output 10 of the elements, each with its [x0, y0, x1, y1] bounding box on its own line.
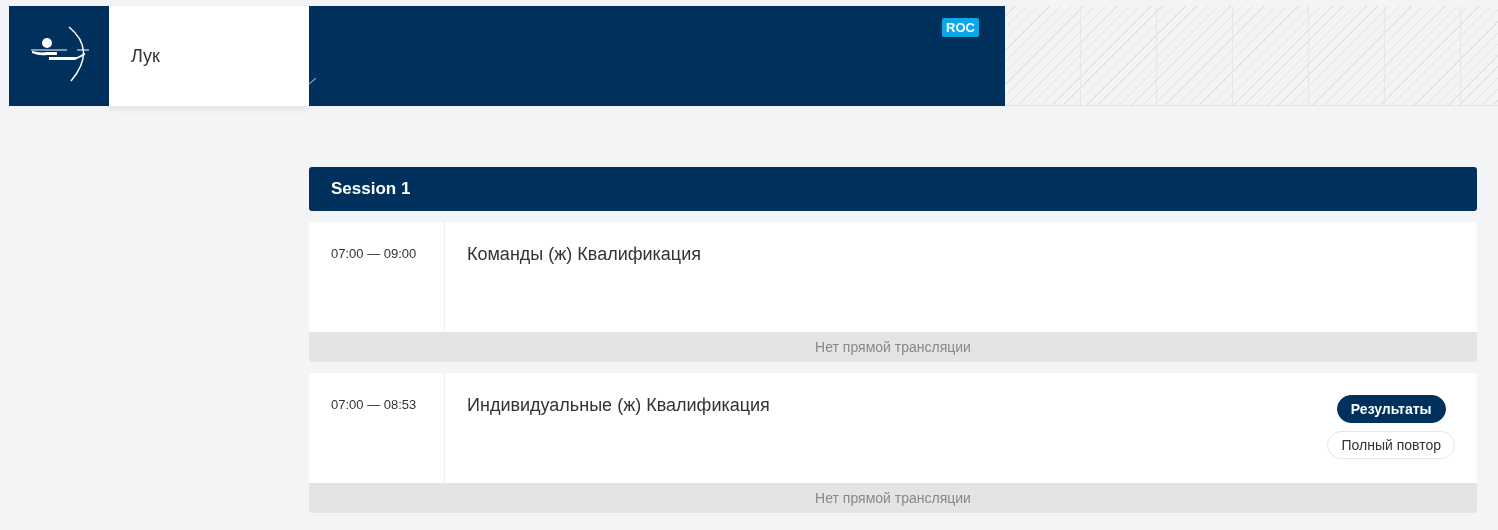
sport-name: Лук [131, 45, 160, 67]
country-badge: ROC [942, 18, 979, 37]
session-title: Session 1 [331, 179, 411, 199]
tick-icon [309, 78, 317, 85]
broadcast-status: Нет прямой трансляции [815, 339, 971, 355]
event-title: Индивидуальные (ж) Квалификация [467, 395, 770, 417]
event-title: Команды (ж) Квалификация [467, 244, 701, 266]
broadcast-status: Нет прямой трансляции [815, 490, 971, 506]
results-button[interactable]: Результаты [1336, 395, 1446, 423]
replay-button[interactable]: Полный повтор [1327, 431, 1455, 459]
